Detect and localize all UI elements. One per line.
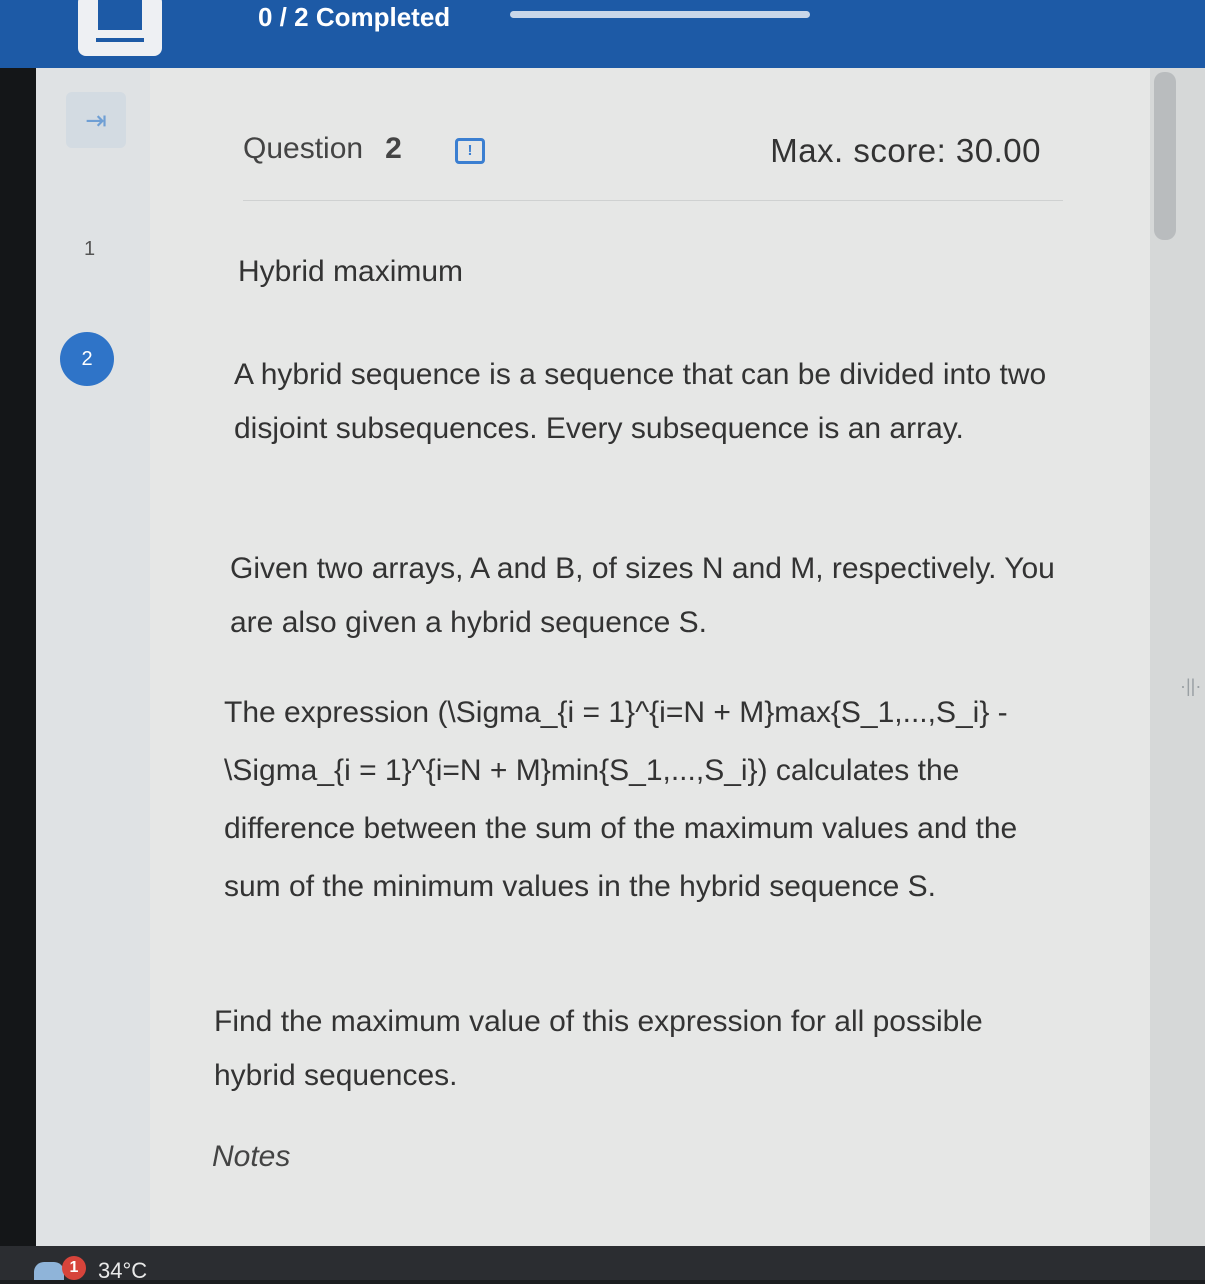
- question-number: 2: [385, 132, 402, 165]
- resize-handle-icon[interactable]: ·||·: [1180, 676, 1201, 697]
- top-bar: 0 / 2 Completed: [0, 0, 1205, 68]
- notification-badge[interactable]: 1: [62, 1256, 86, 1280]
- progress-bar: [510, 11, 810, 18]
- problem-paragraph-4: Find the maximum value of this expressio…: [214, 1005, 983, 1092]
- problem-paragraph-1: A hybrid sequence is a sequence that can…: [234, 358, 1047, 445]
- temperature-readout[interactable]: 34°C: [98, 1258, 147, 1284]
- scrollbar-thumb[interactable]: [1154, 72, 1176, 240]
- expand-icon: ⇥: [85, 104, 107, 135]
- question-header: Question 2 ! Max. score: 30.00: [243, 130, 1063, 201]
- logo-icon[interactable]: [78, 0, 162, 56]
- scrollbar-track[interactable]: [1150, 68, 1205, 1246]
- problem-paragraph-3: The expression (\Sigma_{i = 1}^{i=N + M}…: [224, 696, 1018, 903]
- window-edge: [0, 68, 36, 1246]
- weather-icon[interactable]: [34, 1262, 64, 1280]
- taskbar: [0, 1246, 1205, 1280]
- problem-title: Hybrid maximum: [238, 255, 464, 288]
- sidebar-item-question-2[interactable]: 2: [60, 332, 114, 386]
- notes-heading: Notes: [212, 1140, 291, 1173]
- expand-sidebar-button[interactable]: ⇥: [66, 92, 126, 148]
- progress-text: 0 / 2 Completed: [258, 2, 451, 32]
- sidebar-item-question-1[interactable]: 1: [84, 238, 95, 261]
- problem-paragraph-2: Given two arrays, A and B, of sizes N an…: [230, 552, 1055, 639]
- max-score: Max. score: 30.00: [770, 132, 1041, 169]
- flag-question-icon[interactable]: !: [455, 138, 485, 164]
- question-label: Question 2: [243, 132, 402, 165]
